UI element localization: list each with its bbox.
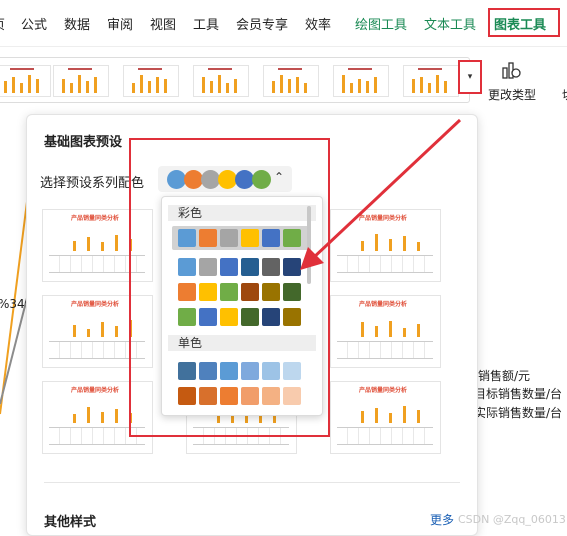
menu-item-efficiency[interactable]: 效率 — [305, 14, 331, 33]
ribbon-cut-label: 切 — [562, 86, 567, 103]
chart-style-thumb[interactable] — [0, 65, 51, 97]
other-styles-title: 其他样式 — [44, 515, 97, 530]
panel-divider — [44, 482, 460, 483]
preview-title: 产品销量同类分析 — [359, 387, 408, 394]
chart-style-gallery — [0, 57, 470, 103]
more-link[interactable]: 更多 — [430, 511, 454, 528]
panel-title: 基础图表预设 — [44, 135, 123, 150]
menu-item-member[interactable]: 会员专享 — [236, 14, 288, 33]
tab-text-tools[interactable]: 文本工具 — [424, 14, 476, 33]
legend-entry: 实际销售数量/台 — [474, 406, 563, 420]
menu-item-review[interactable]: 审阅 — [107, 14, 133, 33]
chart-style-thumb[interactable] — [53, 65, 109, 97]
annotation-box-tab — [488, 8, 560, 37]
preset-preview[interactable]: 产品销量同类分析 — [330, 381, 441, 454]
preview-title: 产品销量同类分析 — [71, 215, 120, 222]
menu-item-page[interactable]: 页 — [0, 14, 5, 33]
preview-title: 产品销量同类分析 — [71, 301, 120, 308]
legend-entry: 目标销售数量/台 — [474, 387, 563, 401]
preset-preview[interactable]: 产品销量同类分析 — [330, 295, 441, 368]
legend-entry: 销售额/元 — [478, 369, 531, 383]
watermark: CSDN @Zqq_060131 — [458, 513, 567, 526]
chart-style-thumb[interactable] — [123, 65, 179, 97]
menu-item-data[interactable]: 数据 — [64, 14, 90, 33]
preview-title: 产品销量同类分析 — [71, 387, 120, 394]
annotation-arrow-icon — [300, 118, 462, 270]
chart-style-thumb[interactable] — [333, 65, 389, 97]
tab-drawing-tools[interactable]: 绘图工具 — [355, 14, 407, 33]
change-chart-type-icon[interactable] — [500, 60, 522, 80]
menu-item-view[interactable]: 视图 — [150, 14, 176, 33]
menu-item-tools[interactable]: 工具 — [193, 14, 219, 33]
menu-item-formula[interactable]: 公式 — [21, 14, 47, 33]
preview-title: 产品销量同类分析 — [359, 301, 408, 308]
chart-style-thumb[interactable] — [403, 65, 459, 97]
change-type-label[interactable]: 更改类型 — [488, 86, 536, 103]
chart-style-thumb[interactable] — [193, 65, 249, 97]
chart-style-thumb[interactable] — [263, 65, 319, 97]
gallery-expand-button[interactable]: ▾ — [458, 60, 482, 94]
